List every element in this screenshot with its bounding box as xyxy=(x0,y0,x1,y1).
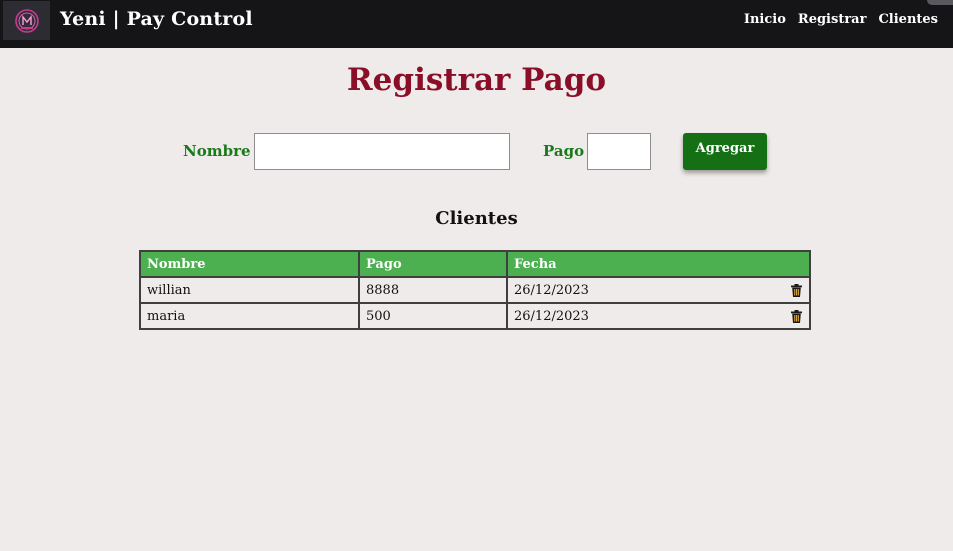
cell-pago: 500 xyxy=(358,302,508,330)
pago-label: Pago xyxy=(543,142,585,160)
trash-icon[interactable] xyxy=(791,284,802,297)
cell-nombre: maria xyxy=(139,302,360,330)
cell-pago: 8888 xyxy=(358,276,508,304)
nombre-input[interactable] xyxy=(254,133,510,170)
clients-section-title: Clientes xyxy=(435,208,518,229)
column-header-pago: Pago xyxy=(358,250,508,278)
cell-fecha-text: 26/12/2023 xyxy=(514,308,589,324)
clients-table: Nombre Pago Fecha willian 8888 26/12/202… xyxy=(139,250,811,330)
column-header-fecha: Fecha xyxy=(506,250,811,278)
column-header-nombre: Nombre xyxy=(139,250,360,278)
agregar-button[interactable]: Agregar xyxy=(683,133,767,170)
cell-fecha: 26/12/2023 xyxy=(506,276,811,304)
table-header-row: Nombre Pago Fecha xyxy=(139,250,811,278)
cell-fecha-text: 26/12/2023 xyxy=(514,282,589,298)
top-navbar: Yeni | Pay Control Inicio Registrar Clie… xyxy=(0,0,953,48)
page-title: Registrar Pago xyxy=(346,62,607,98)
cell-fecha: 26/12/2023 xyxy=(506,302,811,330)
mirror-logo-icon xyxy=(14,8,39,33)
trash-icon[interactable] xyxy=(791,310,802,323)
nav-link-registrar[interactable]: Registrar xyxy=(798,12,867,27)
nav-link-clientes[interactable]: Clientes xyxy=(878,12,938,27)
nav-links: Inicio Registrar Clientes xyxy=(744,12,938,27)
nav-link-inicio[interactable]: Inicio xyxy=(744,12,786,27)
app-title: Yeni | Pay Control xyxy=(60,8,253,30)
table-row: willian 8888 26/12/2023 xyxy=(139,276,811,304)
cell-nombre: willian xyxy=(139,276,360,304)
window-corner-decoration xyxy=(927,0,953,5)
pago-input[interactable] xyxy=(587,133,651,170)
brand-logo[interactable] xyxy=(3,1,50,40)
table-row: maria 500 26/12/2023 xyxy=(139,302,811,330)
nombre-label: Nombre xyxy=(183,142,251,160)
